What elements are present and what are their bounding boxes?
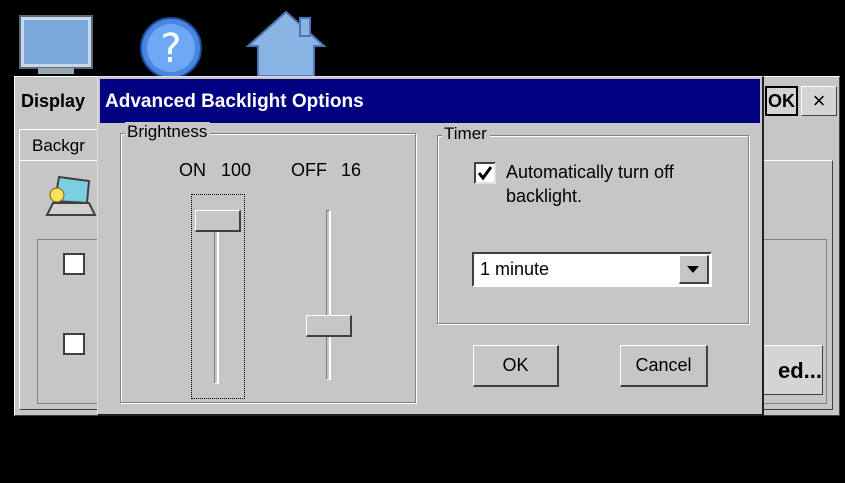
display-icon[interactable] <box>18 14 94 76</box>
laptop-icon <box>45 175 97 216</box>
display-ok-button[interactable]: OK <box>765 86 798 116</box>
dialog-title: Advanced Backlight Options <box>105 91 364 112</box>
timeout-value: 1 minute <box>480 259 550 279</box>
timer-group: Timer Automatically turn off backlight. … <box>437 124 749 324</box>
on-slider-track[interactable] <box>214 214 219 384</box>
help-icon[interactable]: ? <box>133 12 209 78</box>
dropdown-button[interactable] <box>679 255 709 284</box>
display-close-button[interactable]: × <box>801 86 837 116</box>
dialog-titlebar: Advanced Backlight Options <box>100 79 760 123</box>
advanced-backlight-dialog: Advanced Backlight Options Brightness ON… <box>97 76 764 416</box>
display-checkbox-2[interactable] <box>63 333 85 355</box>
svg-text:?: ? <box>160 26 181 72</box>
on-slider-thumb[interactable] <box>195 210 241 232</box>
off-slider-track[interactable] <box>326 210 331 380</box>
timer-legend: Timer <box>442 124 490 144</box>
timeout-select[interactable]: 1 minute <box>472 252 712 287</box>
auto-off-label[interactable]: Automatically turn off backlight. <box>506 160 746 208</box>
on-label: ON <box>179 160 206 180</box>
home-icon[interactable] <box>244 8 328 78</box>
ok-button[interactable]: OK <box>473 345 559 387</box>
off-value: 16 <box>341 160 362 180</box>
check-icon <box>477 166 493 181</box>
brightness-legend: Brightness <box>125 122 211 142</box>
chevron-down-icon <box>687 266 699 273</box>
advanced-button[interactable]: ed... <box>763 345 823 395</box>
display-checkbox-1[interactable] <box>63 253 85 275</box>
off-label: OFF <box>291 160 327 180</box>
on-value: 100 <box>221 160 252 180</box>
display-window-title: Display <box>21 91 86 111</box>
auto-off-checkbox[interactable] <box>474 162 496 184</box>
bottom-area <box>0 418 845 483</box>
off-slider-thumb[interactable] <box>306 314 352 337</box>
brightness-group: Brightness ON 100 OFF 16 <box>120 122 416 403</box>
cancel-button[interactable]: Cancel <box>620 345 708 387</box>
